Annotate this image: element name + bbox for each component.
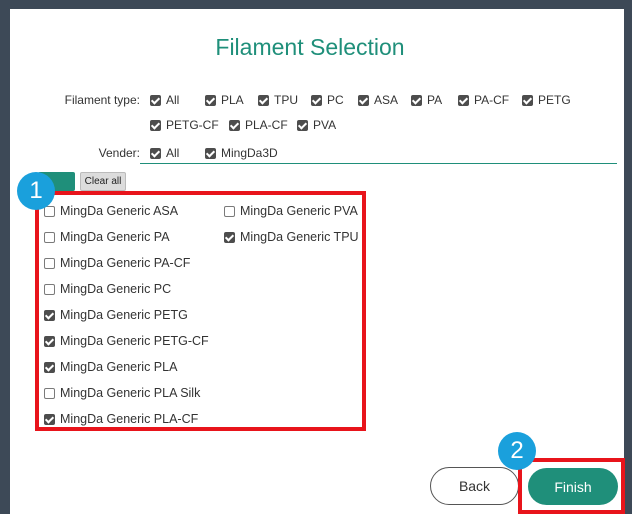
filament-type-label: Filament type: xyxy=(64,93,140,107)
checkbox-checked-icon xyxy=(150,147,161,159)
filament-type-petg-cf-checkbox[interactable]: PETG-CF xyxy=(150,118,219,132)
highlight-box-finish xyxy=(518,458,625,514)
checkbox-checked-icon xyxy=(358,94,369,106)
back-button[interactable]: Back xyxy=(430,467,519,505)
filament-type-pla-cf-checkbox[interactable]: PLA-CF xyxy=(229,118,288,132)
step-badge-2: 2 xyxy=(498,432,536,470)
checkbox-checked-icon xyxy=(311,94,322,106)
filament-type-all-checkbox[interactable]: All xyxy=(150,93,179,107)
checkbox-checked-icon xyxy=(297,119,308,131)
highlight-box-filament-list xyxy=(35,191,366,431)
filament-type-petg-checkbox[interactable]: PETG xyxy=(522,93,571,107)
checkbox-checked-icon xyxy=(205,147,216,159)
clear-all-button[interactable]: Clear all xyxy=(80,172,126,191)
checkbox-checked-icon xyxy=(258,94,269,106)
checkbox-checked-icon xyxy=(150,94,161,106)
section-divider xyxy=(140,163,617,164)
checkbox-checked-icon xyxy=(411,94,422,106)
checkbox-checked-icon xyxy=(150,119,161,131)
filament-type-pva-checkbox[interactable]: PVA xyxy=(297,118,336,132)
filament-type-pa-cf-checkbox[interactable]: PA-CF xyxy=(458,93,509,107)
filament-type-asa-checkbox[interactable]: ASA xyxy=(358,93,398,107)
filament-type-pc-checkbox[interactable]: PC xyxy=(311,93,344,107)
frame-top xyxy=(0,0,632,9)
checkbox-checked-icon xyxy=(229,119,240,131)
vender-all-checkbox[interactable]: All xyxy=(150,146,179,160)
checkbox-checked-icon xyxy=(458,94,469,106)
filament-type-pla-checkbox[interactable]: PLA xyxy=(205,93,244,107)
filament-type-pa-checkbox[interactable]: PA xyxy=(411,93,442,107)
vender-mingda3d-checkbox[interactable]: MingDa3D xyxy=(205,146,278,160)
checkbox-checked-icon xyxy=(522,94,533,106)
filament-type-tpu-checkbox[interactable]: TPU xyxy=(258,93,298,107)
frame-right xyxy=(624,0,632,514)
page-title: Filament Selection xyxy=(215,34,405,60)
checkbox-checked-icon xyxy=(205,94,216,106)
vender-label: Vender: xyxy=(98,146,140,160)
step-badge-1: 1 xyxy=(17,172,55,210)
frame-left xyxy=(0,0,10,514)
